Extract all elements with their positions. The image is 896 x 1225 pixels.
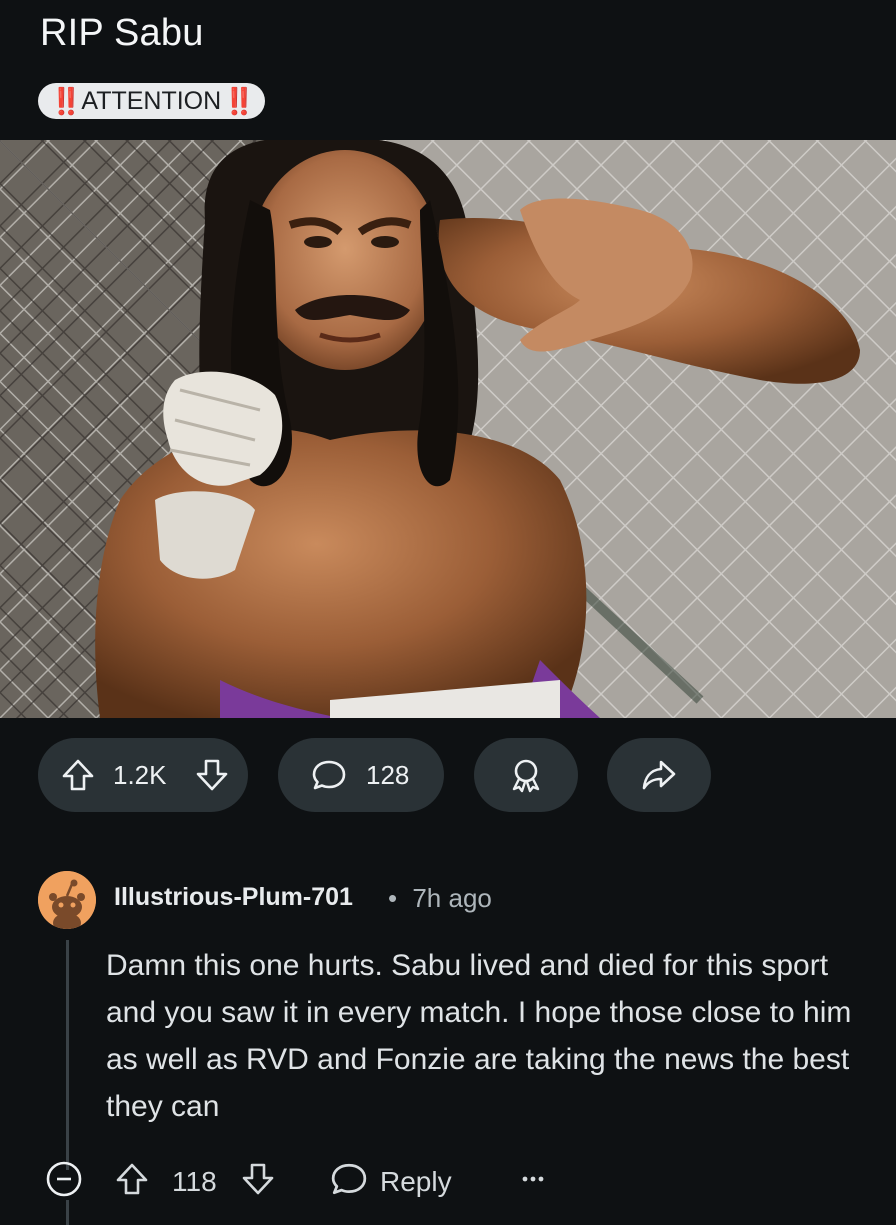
reply-icon	[330, 1160, 368, 1205]
comment-time: 7h ago	[412, 883, 492, 913]
downvote-icon[interactable]	[194, 757, 230, 793]
collapse-button[interactable]	[44, 1154, 84, 1210]
avatar[interactable]	[38, 871, 96, 929]
share-icon	[640, 756, 678, 794]
comments-button[interactable]: 128	[278, 738, 444, 812]
collapse-icon	[44, 1159, 84, 1206]
upvote-icon	[114, 1161, 150, 1204]
comment-vote-count: 118	[172, 1166, 217, 1197]
snoo-avatar-icon	[38, 871, 96, 929]
post-image-illustration	[0, 140, 896, 718]
flair-text: ATTENTION	[81, 86, 222, 115]
upvote-icon[interactable]	[60, 757, 96, 793]
comment-icon	[311, 757, 347, 793]
comment-downvote-button[interactable]	[240, 1154, 276, 1210]
share-button[interactable]	[607, 738, 711, 812]
comment-actions: 118 Reply	[44, 1154, 864, 1210]
award-button[interactable]	[474, 738, 578, 812]
comment-body: Damn this one hurts. Sabu lived and died…	[106, 949, 852, 1123]
vote-count: 1.2K	[113, 760, 167, 790]
more-options-button[interactable]	[518, 1154, 548, 1210]
comment-count: 128	[366, 760, 410, 790]
thread-line[interactable]	[66, 940, 69, 1170]
comment-author[interactable]: Illustrious-Plum-701	[114, 883, 353, 912]
post-image[interactable]	[0, 140, 896, 718]
meta-separator: •	[388, 883, 398, 913]
comment-upvote-button[interactable]	[114, 1154, 150, 1210]
reply-label: Reply	[380, 1166, 452, 1197]
flair-prefix: ‼️	[50, 85, 82, 116]
post-flair[interactable]: ‼️ ATTENTION ‼️	[38, 83, 265, 119]
award-icon	[507, 756, 545, 794]
reply-button[interactable]: Reply	[330, 1154, 452, 1210]
post-page: RIP Sabu ‼️ ATTENTION ‼️ 1.2K 128 Illust…	[0, 0, 896, 1225]
downvote-icon	[240, 1161, 276, 1204]
post-title[interactable]: RIP Sabu	[40, 12, 204, 55]
vote-pill: 1.2K	[38, 738, 248, 812]
comment-meta: • 7h ago	[388, 883, 492, 914]
flair-suffix: ‼️	[223, 85, 255, 116]
more-icon	[518, 1164, 548, 1201]
